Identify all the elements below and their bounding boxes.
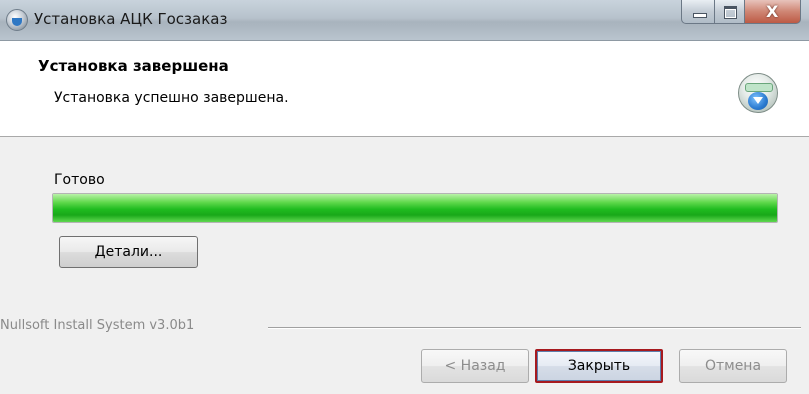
- download-arrow-icon: [748, 92, 768, 110]
- cancel-button[interactable]: Отмена: [679, 349, 787, 383]
- app-icon: [6, 9, 28, 31]
- maximize-button[interactable]: [715, 0, 745, 24]
- footer-separator: [268, 327, 801, 329]
- details-button[interactable]: Детали...: [59, 236, 198, 268]
- close-icon: X: [766, 2, 779, 21]
- branding-text: Nullsoft Install System v3.0b1: [0, 318, 201, 333]
- page-subtitle: Установка успешно завершена.: [54, 90, 289, 106]
- back-button[interactable]: < Назад: [421, 349, 529, 383]
- progress-bar: [52, 193, 778, 223]
- window-title: Установка АЦК Госзаказ: [34, 10, 228, 28]
- close-button[interactable]: Закрыть: [535, 349, 663, 383]
- minimize-button[interactable]: [681, 0, 715, 24]
- installer-globe-icon: [738, 73, 778, 113]
- maximize-icon: [724, 6, 737, 19]
- minimize-icon: [693, 13, 707, 18]
- title-bar: Установка АЦК Госзаказ X: [0, 0, 809, 41]
- progress-fill: [53, 194, 777, 222]
- window-close-button[interactable]: X: [745, 0, 801, 24]
- page-title: Установка завершена: [38, 57, 229, 75]
- globe-band: [745, 83, 773, 92]
- header-panel: Установка завершена Установка успешно за…: [0, 41, 809, 137]
- window-controls: X: [681, 0, 801, 26]
- status-label: Готово: [54, 172, 105, 188]
